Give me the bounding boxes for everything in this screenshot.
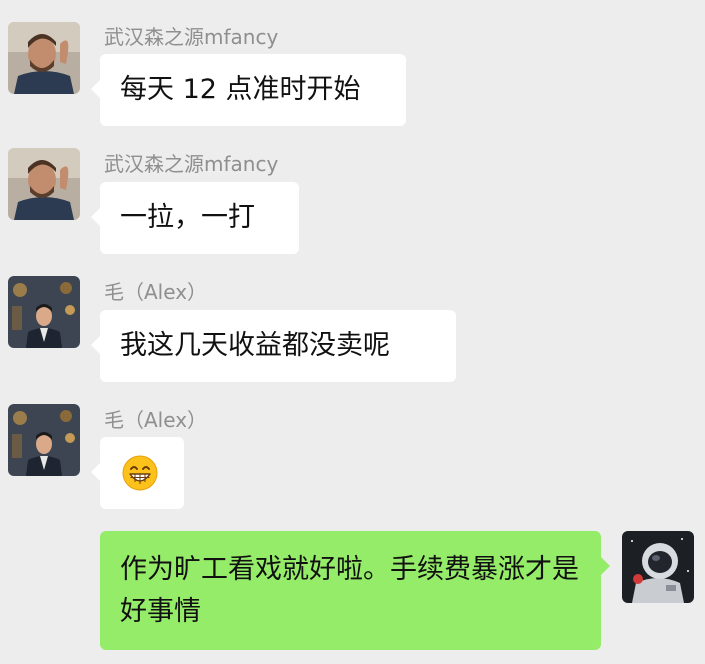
grinning-face-emoji-icon (122, 455, 158, 491)
message-text: 我这几天收益都没卖呢 (120, 330, 390, 361)
message-text: 每天 12 点准时开始 (120, 74, 361, 105)
avatar[interactable] (8, 276, 80, 348)
sender-name: 毛（Alex） (104, 280, 208, 304)
astronaut-avatar-icon (622, 531, 694, 603)
avatar[interactable] (8, 22, 80, 94)
message-bubble[interactable]: 一拉，一打 (91, 182, 299, 254)
message-bubble[interactable]: 我这几天收益都没卖呢 (91, 310, 456, 382)
avatar[interactable] (8, 148, 80, 220)
message-bubble[interactable] (91, 437, 184, 509)
message-bubble[interactable]: 作为旷工看戏就好啦。手续费暴涨才是好事情 (100, 531, 610, 650)
message-text: 作为旷工看戏就好啦。手续费暴涨才是好事情 (120, 554, 579, 627)
avatar[interactable] (8, 404, 80, 476)
man-suit-avatar-icon (8, 404, 80, 476)
sender-name: 毛（Alex） (104, 408, 208, 432)
sender-name: 武汉森之源mfancy (104, 152, 279, 176)
man-portrait-avatar-icon (8, 148, 80, 220)
sender-name: 武汉森之源mfancy (104, 25, 279, 49)
message-bubble[interactable]: 每天 12 点准时开始 (91, 54, 406, 126)
avatar[interactable] (622, 531, 694, 603)
message-text: 一拉，一打 (120, 202, 255, 233)
man-portrait-avatar-icon (8, 22, 80, 94)
man-suit-avatar-icon (8, 276, 80, 348)
